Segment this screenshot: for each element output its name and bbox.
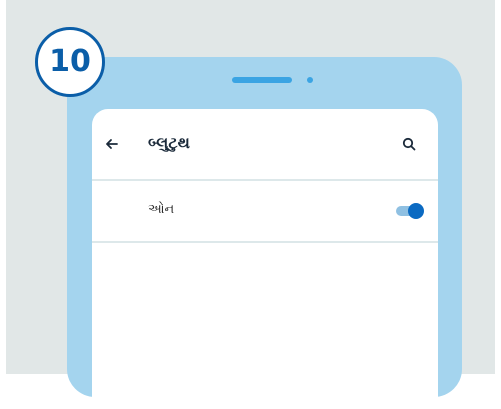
toggle-knob — [408, 203, 424, 219]
step-number-badge: 10 — [35, 27, 105, 97]
row-divider — [92, 241, 438, 243]
bluetooth-toggle[interactable] — [394, 203, 424, 219]
arrow-left-icon[interactable] — [104, 136, 120, 152]
phone-camera — [307, 77, 313, 83]
tutorial-panel: 10 બ્લુટુથ ઓન — [6, 0, 495, 409]
search-icon[interactable] — [402, 137, 416, 151]
bluetooth-status-label: ઓન — [148, 202, 175, 217]
phone-speaker — [232, 77, 292, 83]
app-bar: બ્લુટુથ — [92, 109, 438, 179]
phone-frame: બ્લુટુથ ઓન — [67, 57, 462, 409]
phone-screen: બ્લુટુથ ઓન — [92, 109, 438, 409]
screen-title: બ્લુટુથ — [148, 133, 190, 152]
bluetooth-setting-row[interactable]: ઓન — [92, 181, 438, 241]
